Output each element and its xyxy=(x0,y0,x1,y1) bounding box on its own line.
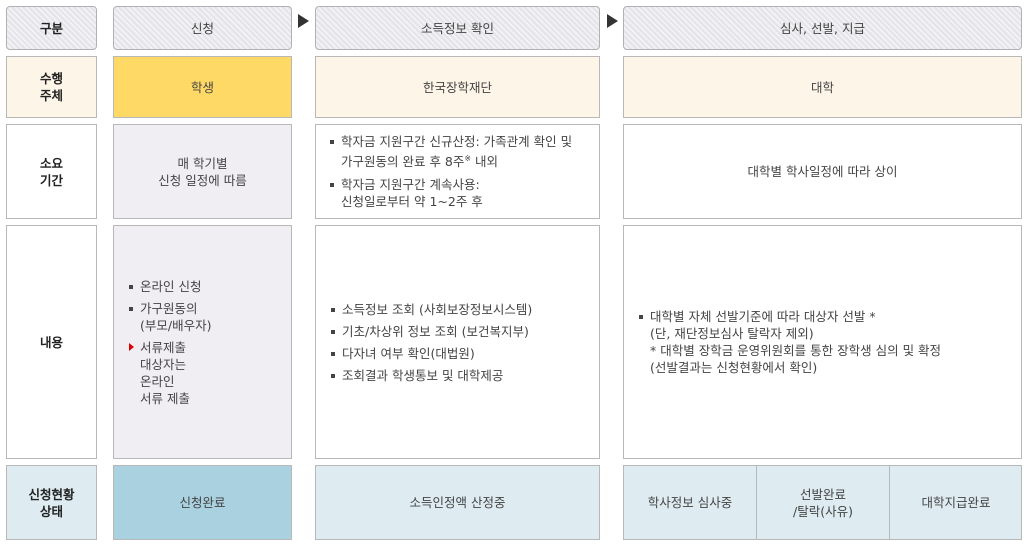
content-apply: 온라인 신청 가구원동의 (부모/배우자) 서류제출 대상자는 온라인 서류 제… xyxy=(113,225,292,459)
status-income-calculating: 소득인정액 산정중 xyxy=(315,465,600,540)
duration-university: 대학별 학사일정에 따라 상이 xyxy=(623,124,1022,219)
status-academic-review: 학사정보 심사중 xyxy=(624,466,757,539)
duration-income: 학자금 지원구간 신규산정: 가족관계 확인 및 가구원동의 완료 후 8주※ … xyxy=(315,124,600,219)
status-applied: 신청완료 xyxy=(113,465,292,540)
content-university: 대학별 자체 선발기준에 따라 대상자 선발 * (단, 재단정보심사 탈락자 … xyxy=(623,225,1022,459)
duration-item: 학자금 지원구간 신규산정: 가족관계 확인 및 가구원동의 완료 후 8주※ … xyxy=(330,133,572,170)
performer-university: 대학 xyxy=(623,56,1022,118)
header-apply: 신청 xyxy=(113,6,292,50)
content-item-highlight: 서류제출 대상자는 온라인 서류 제출 xyxy=(129,339,211,407)
content-item: 대학별 자체 선발기준에 따라 대상자 선발 * (단, 재단정보심사 탈락자 … xyxy=(639,308,941,376)
content-label: 내용 xyxy=(6,225,97,459)
status-university: 학사정보 심사중 선발완료 /탈락(사유) 대학지급완료 xyxy=(623,465,1022,540)
performer-student: 학생 xyxy=(113,56,292,118)
performer-foundation: 한국장학재단 xyxy=(315,56,600,118)
duration-apply: 매 학기별 신청 일정에 따름 xyxy=(113,124,292,219)
content-item: 기초/차상위 정보 조회 (보건복지부) xyxy=(331,323,532,340)
duration-item-text: 학자금 지원구간 신규산정: 가족관계 확인 및 가구원동의 완료 후 8주 xyxy=(341,134,573,170)
content-item: 다자녀 여부 확인(대법원) xyxy=(331,345,532,362)
arrow-right-icon xyxy=(607,14,618,28)
performer-label: 수행 주체 xyxy=(6,56,97,118)
duration-item-tail: 내외 xyxy=(471,154,499,170)
header-review: 심사, 선발, 지급 xyxy=(623,6,1022,50)
arrow-right-icon xyxy=(298,14,309,28)
content-item: 조회결과 학생통보 및 대학제공 xyxy=(331,367,532,384)
content-item: 가구원동의 (부모/배우자) xyxy=(129,300,211,334)
duration-item: 학자금 지원구간 계속사용: 신청일로부터 약 1~2주 후 xyxy=(330,176,572,210)
content-item: 온라인 신청 xyxy=(129,278,211,295)
header-income-check: 소득정보 확인 xyxy=(315,6,600,50)
header-label: 구분 xyxy=(6,6,97,50)
content-income: 소득정보 조회 (사회보장정보시스템) 기초/차상위 정보 조회 (보건복지부)… xyxy=(315,225,600,459)
duration-label: 소요 기간 xyxy=(6,124,97,219)
status-label: 신청현황 상태 xyxy=(6,465,97,540)
status-selection: 선발완료 /탈락(사유) xyxy=(757,466,890,539)
content-item: 소득정보 조회 (사회보장정보시스템) xyxy=(331,301,532,318)
status-paid: 대학지급완료 xyxy=(921,495,991,510)
